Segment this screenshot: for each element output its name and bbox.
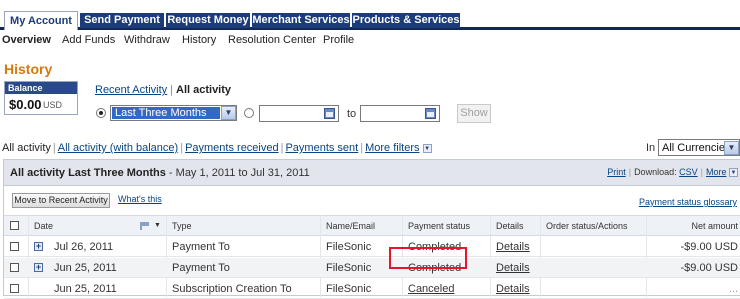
row-name: FileSonic: [326, 262, 372, 274]
balance-label: Balance: [5, 82, 77, 94]
print-link[interactable]: Print: [607, 167, 626, 177]
subnav-profile[interactable]: Profile: [323, 34, 354, 46]
activity-filters: All activity | All activity (with balance)…: [2, 142, 432, 154]
filter-payments-sent[interactable]: Payments sent: [285, 142, 358, 154]
row-amount: ...: [728, 283, 738, 295]
download-csv-link[interactable]: CSV: [679, 167, 698, 177]
row-type: Subscription Creation To: [172, 283, 292, 295]
calendar-icon[interactable]: [324, 108, 335, 119]
balance-box: Balance $0.00 USD: [4, 81, 78, 115]
tab-my-account[interactable]: My Account: [4, 11, 78, 30]
date-range-select[interactable]: Last Three Months ▼: [110, 105, 237, 121]
row-checkbox[interactable]: [10, 263, 19, 272]
chevron-down-icon[interactable]: ▼: [154, 222, 161, 229]
subnav-withdraw[interactable]: Withdraw: [124, 34, 170, 46]
view-selector: Recent Activity | All activity: [95, 84, 231, 96]
flag-icon[interactable]: [140, 222, 151, 230]
row-amount: -$9.00 USD: [680, 241, 738, 253]
row-type: Payment To: [172, 262, 230, 274]
row-name: FileSonic: [326, 241, 372, 253]
whats-this-link[interactable]: What's this: [118, 194, 162, 204]
range-radio[interactable]: [96, 108, 106, 118]
view-divider: |: [170, 84, 173, 96]
col-net-amount[interactable]: Net amount: [691, 221, 738, 231]
actions-divider: |: [628, 167, 632, 177]
panel-actions: Print | Download: CSV | More ▼: [607, 167, 738, 178]
table-row[interactable]: + Jun 25, 2011 Payment To FileSonic Comp…: [4, 258, 740, 278]
subnav-overview[interactable]: Overview: [2, 34, 51, 46]
more-link[interactable]: More: [706, 167, 727, 177]
currency-value: All Currencies: [662, 142, 731, 154]
from-date-input[interactable]: [259, 105, 339, 122]
filter-payments-received[interactable]: Payments received: [185, 142, 279, 154]
chevron-down-icon[interactable]: ▼: [724, 141, 739, 155]
to-label: to: [347, 108, 357, 120]
filter-more-filters[interactable]: More filters: [365, 142, 419, 154]
tab-request-money[interactable]: Request Money: [166, 13, 250, 28]
select-all-checkbox[interactable]: [10, 221, 19, 230]
status-highlight-box: [389, 247, 467, 269]
table-header: Date ▼ Type Name/Email Payment status De…: [4, 215, 740, 236]
download-label: Download:: [634, 167, 677, 177]
subnav-resolution-center[interactable]: Resolution Center: [228, 34, 316, 46]
row-date: Jun 25, 2011: [54, 283, 117, 295]
tab-merchant-services[interactable]: Merchant Services: [252, 13, 350, 28]
col-name-email[interactable]: Name/Email: [326, 221, 375, 231]
balance-amount: $0.00: [9, 97, 42, 112]
row-details-link[interactable]: Details: [496, 241, 530, 253]
row-amount: -$9.00 USD: [680, 262, 738, 274]
balance-currency: USD: [43, 100, 63, 110]
row-checkbox[interactable]: [10, 284, 19, 293]
currency-label: In: [646, 142, 656, 154]
panel-title-range: - May 1, 2011 to Jul 31, 2011: [165, 167, 310, 179]
col-payment-status[interactable]: Payment status: [408, 221, 470, 231]
expand-icon[interactable]: +: [34, 242, 43, 251]
actions-divider: |: [700, 167, 703, 177]
col-type[interactable]: Type: [172, 221, 192, 231]
row-status-link[interactable]: Canceled: [408, 283, 454, 295]
expand-icon[interactable]: +: [34, 263, 43, 272]
date-range-value: Last Three Months: [112, 107, 220, 119]
show-button[interactable]: Show: [457, 104, 491, 123]
to-date-input[interactable]: [360, 105, 440, 122]
row-date: Jun 25, 2011: [54, 262, 117, 274]
panel-header: All activity Last Three Months - May 1, …: [4, 160, 740, 186]
col-order-status: Order status/Actions: [546, 221, 628, 231]
row-name: FileSonic: [326, 283, 372, 295]
payment-status-glossary-link[interactable]: Payment status glossary: [639, 197, 737, 207]
panel-title: All activity Last Three Months - May 1, …: [10, 167, 310, 179]
chevron-down-icon[interactable]: ▼: [729, 168, 738, 178]
page-title: History: [4, 61, 53, 77]
col-details: Details: [496, 221, 524, 231]
table-row[interactable]: + Jul 26, 2011 Payment To FileSonic Comp…: [4, 237, 740, 257]
chevron-down-icon[interactable]: ▼: [422, 143, 432, 153]
filter-divider: |: [360, 142, 364, 154]
row-details-link[interactable]: Details: [496, 262, 530, 274]
row-details-link[interactable]: Details: [496, 283, 530, 295]
main-tab-bar: My Account Send Payment Request Money Me…: [0, 0, 740, 30]
all-activity-label: All activity: [176, 84, 232, 96]
col-date[interactable]: Date: [34, 221, 53, 231]
currency-select[interactable]: All Currencies ▼: [658, 139, 740, 156]
subnav-history[interactable]: History: [182, 34, 216, 46]
tab-products-services[interactable]: Products & Services: [352, 13, 460, 28]
chevron-down-icon[interactable]: ▼: [221, 106, 236, 120]
recent-activity-link[interactable]: Recent Activity: [95, 84, 167, 96]
move-to-recent-button[interactable]: Move to Recent Activity: [12, 193, 110, 208]
table-row[interactable]: Jun 25, 2011 Subscription Creation To Fi…: [4, 279, 740, 299]
calendar-icon[interactable]: [425, 108, 436, 119]
activity-panel: All activity Last Three Months - May 1, …: [3, 159, 740, 299]
tab-send-payment[interactable]: Send Payment: [80, 13, 164, 28]
filter-divider: |: [280, 142, 284, 154]
filter-divider: |: [52, 142, 56, 154]
filter-all-with-balance[interactable]: All activity (with balance): [58, 142, 178, 154]
filter-all-activity[interactable]: All activity: [2, 142, 51, 154]
row-checkbox[interactable]: [10, 242, 19, 251]
panel-title-bold: All activity Last Three Months: [10, 167, 166, 179]
row-type: Payment To: [172, 241, 230, 253]
filter-divider: |: [180, 142, 184, 154]
row-date: Jul 26, 2011: [54, 241, 114, 253]
custom-range-radio[interactable]: [244, 108, 254, 118]
subnav-add-funds[interactable]: Add Funds: [62, 34, 115, 46]
